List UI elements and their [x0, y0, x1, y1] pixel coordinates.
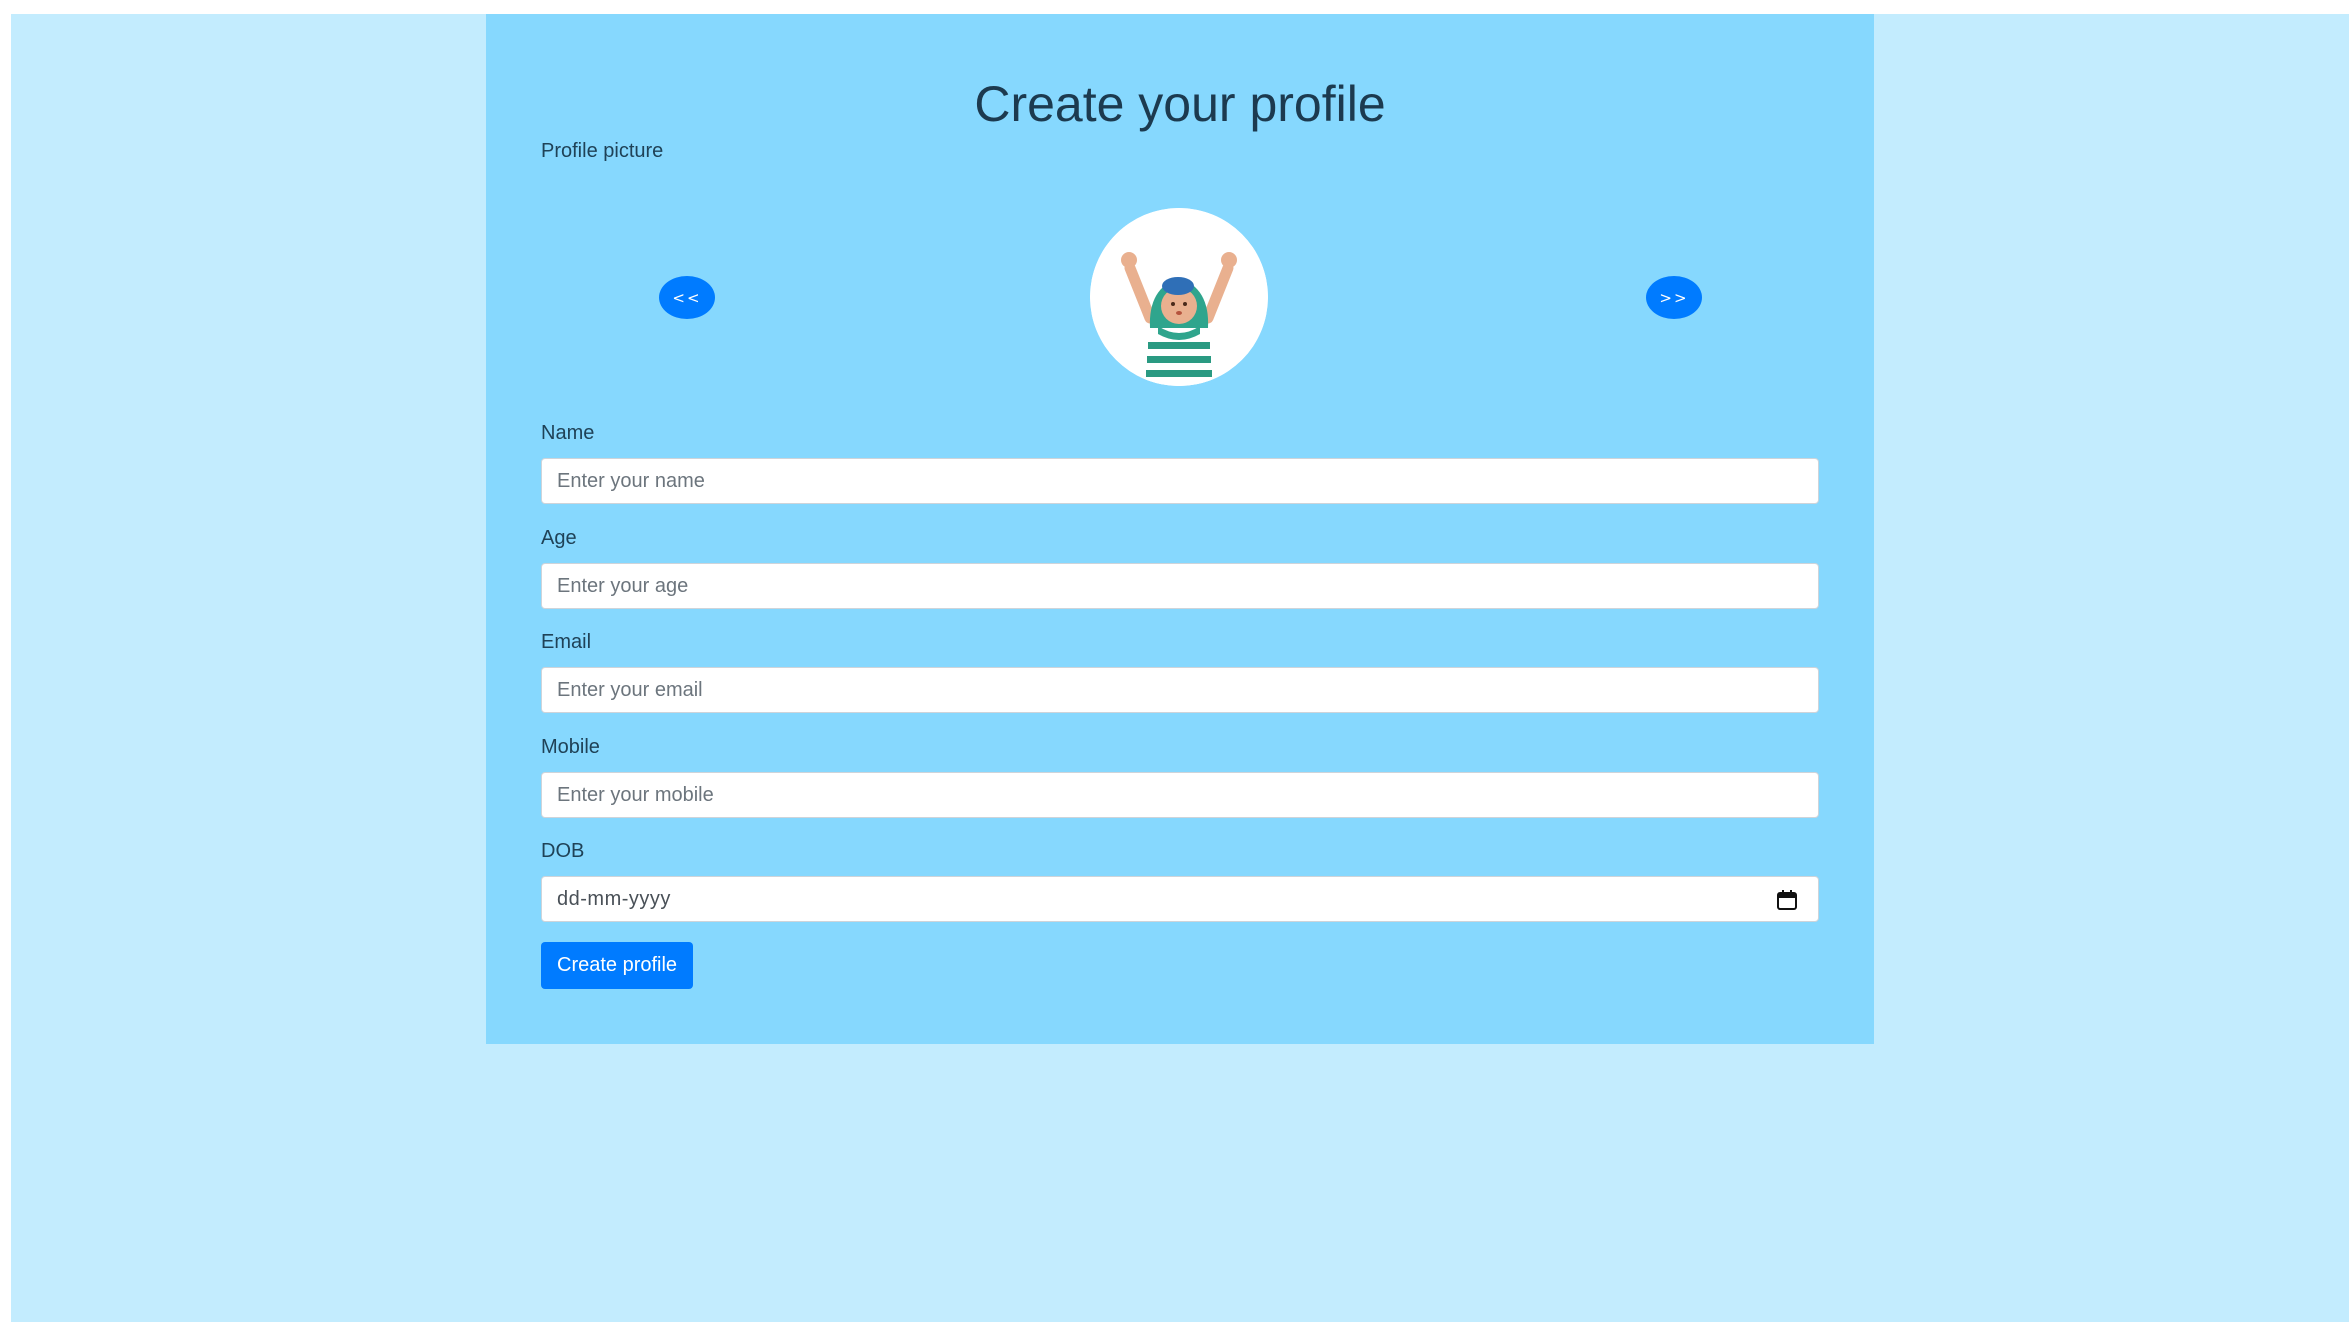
- cheering-person-icon: [1090, 208, 1268, 386]
- profile-form-card: Create your profile Profile picture << >…: [486, 14, 1874, 1044]
- dob-placeholder: dd-mm-yyyy: [557, 888, 671, 910]
- email-input[interactable]: [541, 667, 1819, 713]
- page-title: Create your profile: [974, 76, 1386, 132]
- next-avatar-button[interactable]: >>: [1646, 276, 1702, 319]
- name-label: Name: [541, 422, 595, 444]
- dob-label: DOB: [541, 840, 585, 862]
- create-profile-button[interactable]: Create profile: [541, 942, 694, 989]
- profile-picture-label: Profile picture: [541, 140, 664, 162]
- mobile-label: Mobile: [541, 736, 600, 758]
- previous-avatar-button[interactable]: <<: [659, 276, 715, 319]
- age-input[interactable]: [541, 563, 1819, 609]
- calendar-icon[interactable]: [1776, 889, 1798, 911]
- dob-input[interactable]: dd-mm-yyyy: [541, 876, 1819, 922]
- mobile-input[interactable]: [541, 772, 1819, 818]
- avatar-image: [1090, 208, 1268, 386]
- name-input[interactable]: [541, 458, 1819, 504]
- age-label: Age: [541, 527, 577, 549]
- email-label: Email: [541, 631, 592, 653]
